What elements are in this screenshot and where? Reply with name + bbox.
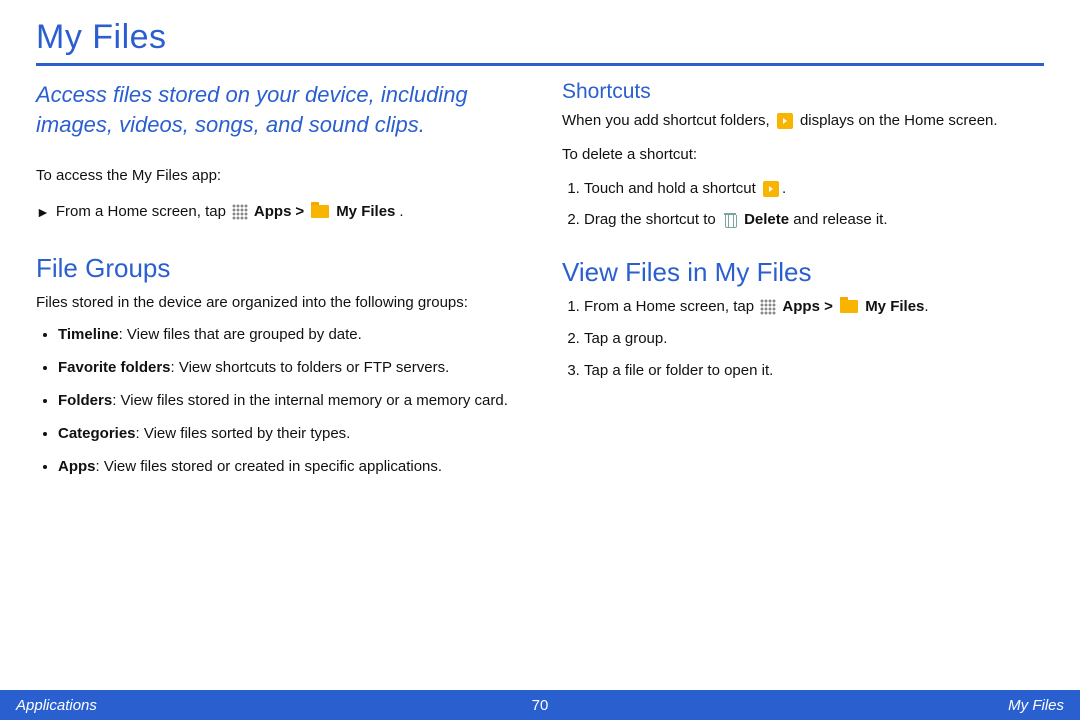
view-files-steps: From a Home screen, tap Apps > My Files.…: [562, 296, 1044, 381]
list-item: Timeline: View files that are grouped by…: [58, 324, 518, 345]
list-item: Categories: View files sorted by their t…: [58, 423, 518, 444]
text: .: [782, 180, 786, 197]
desc: : View files stored or created in specif…: [96, 458, 443, 475]
trash-icon: [723, 211, 737, 227]
access-lead: To access the My Files app:: [36, 165, 518, 187]
term: Categories: [58, 425, 136, 442]
sep: >: [824, 298, 837, 315]
file-groups-heading: File Groups: [36, 253, 518, 284]
list-item: Drag the shortcut to Delete and release …: [584, 209, 1044, 231]
shortcuts-line1: When you add shortcut folders, displays …: [562, 110, 1044, 132]
footer-page-number: 70: [532, 697, 549, 714]
right-column: Shortcuts When you add shortcut folders,…: [562, 80, 1044, 489]
desc: : View files stored in the internal memo…: [112, 392, 508, 409]
intro-text: Access files stored on your device, incl…: [36, 80, 518, 139]
shortcuts-lead2: To delete a shortcut:: [562, 144, 1044, 166]
list-item: Touch and hold a shortcut .: [584, 178, 1044, 200]
page-footer: Applications 70 My Files: [0, 690, 1080, 720]
folder-icon: [840, 300, 858, 313]
list-item: From a Home screen, tap Apps > My Files.: [584, 296, 1044, 318]
list-item: Apps: View files stored or created in sp…: [58, 456, 518, 477]
myfiles-label: My Files: [865, 298, 924, 315]
access-step-prefix: From a Home screen, tap: [56, 201, 226, 223]
period: .: [924, 298, 928, 315]
term: Timeline: [58, 326, 119, 343]
file-groups-list: Timeline: View files that are grouped by…: [36, 324, 518, 477]
desc: : View shortcuts to folders or FTP serve…: [171, 359, 450, 376]
left-column: Access files stored on your device, incl…: [36, 80, 518, 489]
desc: : View files sorted by their types.: [136, 425, 351, 442]
period: .: [399, 201, 403, 223]
delete-label: Delete: [744, 211, 789, 228]
desc: : View files that are grouped by date.: [119, 326, 362, 343]
shortcut-folder-icon: [777, 113, 793, 129]
footer-left: Applications: [16, 697, 97, 714]
term: Favorite folders: [58, 359, 171, 376]
sep: >: [295, 201, 304, 223]
page-title: My Files: [36, 18, 1044, 57]
list-item: Tap a file or folder to open it.: [584, 360, 1044, 382]
title-rule: [36, 63, 1044, 66]
shortcuts-steps: Touch and hold a shortcut . Drag the sho…: [562, 178, 1044, 232]
term: Apps: [58, 458, 96, 475]
shortcuts-heading: Shortcuts: [562, 80, 1044, 104]
apps-grid-icon: [232, 204, 248, 220]
apps-label: Apps: [782, 298, 820, 315]
triangle-bullet-icon: ►: [36, 202, 50, 222]
view-files-heading: View Files in My Files: [562, 257, 1044, 288]
text: Drag the shortcut to: [584, 211, 720, 228]
footer-right: My Files: [1008, 697, 1064, 714]
text: and release it.: [789, 211, 887, 228]
folder-icon: [311, 205, 329, 218]
text: When you add shortcut folders,: [562, 112, 774, 129]
apps-grid-icon: [760, 299, 776, 315]
file-groups-lead: Files stored in the device are organized…: [36, 292, 518, 314]
list-item: Folders: View files stored in the intern…: [58, 390, 518, 411]
columns: Access files stored on your device, incl…: [36, 80, 1044, 489]
list-item: Favorite folders: View shortcuts to fold…: [58, 357, 518, 378]
text: From a Home screen, tap: [584, 298, 758, 315]
apps-label: Apps: [254, 201, 292, 223]
page-body: My Files Access files stored on your dev…: [0, 0, 1080, 690]
access-step: ► From a Home screen, tap Apps > My File…: [36, 201, 518, 223]
shortcut-folder-icon: [763, 181, 779, 197]
term: Folders: [58, 392, 112, 409]
text: Touch and hold a shortcut: [584, 180, 760, 197]
myfiles-label: My Files: [336, 201, 395, 223]
text: displays on the Home screen.: [800, 112, 998, 129]
list-item: Tap a group.: [584, 328, 1044, 350]
